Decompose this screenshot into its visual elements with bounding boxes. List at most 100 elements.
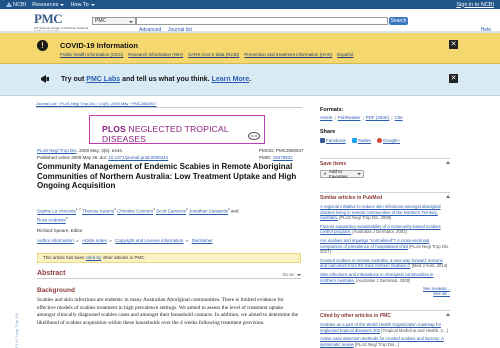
cited-by-list: Scabies as a part of the World Health Or… [320, 322, 450, 347]
and-word: and [230, 208, 239, 214]
pmc-labs-link[interactable]: PMC Labs [86, 76, 120, 83]
author-affiliation[interactable]: 4 [153, 207, 155, 211]
abstract-heading: Abstract [37, 270, 66, 277]
journal-banner[interactable]: PLOS NEGLECTED TROPICAL DISEASES PLOS [89, 115, 265, 144]
formats-section: Formats: Article | PubReader | PDF (284K) |… [320, 107, 450, 120]
side-journal-strip: PLoS Negl Trop Dis [14, 312, 19, 348]
chevron-down-icon [60, 3, 65, 6]
pmid-line: PMID: 19478832 [259, 155, 293, 160]
format-article-link[interactable]: Article [320, 115, 333, 120]
author-name[interactable]: Sophie La Vincente [37, 209, 76, 214]
covid-link-espanol[interactable]: Español [337, 52, 353, 57]
similar-articles-heading[interactable]: Similar articles in PubMed [320, 195, 450, 201]
facebook-icon [320, 138, 325, 144]
article-info-links: Author information ▸ Article notes ▸ Cop… [37, 238, 213, 244]
list-item: Are scabies and impetigo "normalised"? A… [320, 238, 450, 255]
cited-text-after: other articles in PMC. [102, 255, 146, 260]
format-cite-link[interactable]: Cite [395, 115, 403, 120]
share-google[interactable]: Google+ [377, 138, 400, 144]
resources-label: Resources [32, 1, 59, 8]
formats-links: Article | PubReader | PDF (284K) | Cite [320, 115, 450, 120]
see-all-link[interactable]: See all... [433, 291, 450, 296]
similar-article-meta: [Australas J Dermatol. 2000] [356, 277, 411, 283]
plos-logo: PLOS [248, 132, 260, 140]
pmid-label: PMID: [259, 155, 272, 160]
pmid-link[interactable]: 19478832 [273, 155, 293, 160]
database-select-value: PMC [95, 18, 107, 24]
cited-by-heading[interactable]: Cited by other articles in PMC [320, 313, 450, 319]
author-name[interactable]: Christine Connors [117, 209, 153, 214]
goto-menu[interactable]: Go to: [282, 272, 301, 277]
resources-menu[interactable]: Resources [32, 1, 65, 8]
pmcid: PMCID: PMC2680947 [259, 148, 304, 153]
doi-link[interactable]: 10.1371/journal.pntd.0000444 [108, 155, 168, 160]
author-affiliation[interactable]: 1, 2 [76, 207, 81, 211]
facebook-label: Facebook [326, 138, 346, 143]
author-name[interactable]: Therese Kearns [82, 209, 114, 214]
journal-citation-link[interactable]: PLoS Negl Trop Dis [37, 148, 77, 153]
ncbi-logo-icon [6, 2, 12, 7]
share-facebook[interactable]: Facebook [320, 138, 346, 144]
list-item: A regional initiative to reduce skin inf… [320, 204, 450, 221]
author-affiliation[interactable]: 3 [228, 207, 230, 211]
close-icon[interactable]: ✕ [449, 40, 458, 49]
separator: ▸ [186, 238, 189, 243]
abstract-section-header: Abstract Go to: [37, 270, 301, 279]
journal-name: PLOS NEGLECTED TROPICAL DISEASES [102, 124, 264, 144]
close-icon[interactable]: ✕ [449, 74, 458, 83]
cited-by-link[interactable]: cited by [86, 255, 102, 260]
separator: | [362, 115, 364, 120]
add-to-favorites-button[interactable]: ★ Add to Favorites [320, 169, 364, 179]
published-label: Published online 2009 May 26. doi: [37, 155, 108, 160]
howto-label: How To [70, 1, 89, 8]
chevron-up-icon[interactable] [446, 313, 450, 316]
share-twitter[interactable]: Twitter [351, 138, 371, 144]
formats-heading: Formats: [320, 107, 344, 113]
howto-menu[interactable]: How To [70, 1, 95, 8]
chevron-down-icon [90, 3, 95, 6]
author-name[interactable]: Scott Cameron [156, 209, 186, 214]
cited-by-label: Cited by other articles in PMC [320, 313, 391, 319]
covid-link-nih[interactable]: Research information (NIH) [128, 52, 183, 57]
similar-articles-label: Similar articles in PubMed [320, 195, 383, 201]
author-affiliation[interactable]: 3 [66, 216, 68, 220]
similar-article-meta: [Australas J Dermatol. 2002] [352, 229, 407, 235]
save-items-heading[interactable]: Save items [320, 161, 450, 167]
list-item: Crusted scabies in remote Australia, a n… [320, 258, 450, 269]
database-select[interactable]: PMC [92, 17, 136, 25]
ncbi-logo[interactable]: NCBI [6, 2, 26, 8]
covid-link-cdc[interactable]: Public health information (CDC) [60, 52, 123, 57]
covid-title: COVID-19 Information [60, 41, 138, 50]
similar-article-meta: [Med J Aust. 2014] [411, 263, 448, 269]
separator: | [334, 115, 336, 120]
format-pubreader-link[interactable]: PubReader [338, 115, 361, 120]
published-line: Published online 2009 May 26. doi: 10.13… [37, 155, 168, 160]
author-affiliation[interactable]: 3 [114, 207, 116, 211]
search-button[interactable]: Search [389, 17, 408, 25]
search-input[interactable] [136, 17, 388, 25]
author-information-link[interactable]: Author information [37, 238, 74, 244]
format-pdf-link[interactable]: PDF (284K) [366, 115, 390, 120]
citing-article-meta: [PLoS Negl Trop Dis...] [355, 341, 399, 347]
article-title: Community Management of Endemic Scabies … [37, 162, 297, 190]
chevron-up-icon[interactable] [446, 195, 450, 198]
author-name[interactable]: Ross Andrews [37, 218, 66, 223]
author-name[interactable]: Jonathan Carapetis [189, 209, 228, 214]
covid-link-ncbi[interactable]: SARS-CoV-2 data (NCBI) [188, 52, 239, 57]
signin-link[interactable]: Sign in to NCBI [456, 2, 494, 8]
copyright-link[interactable]: Copyright and License information [115, 238, 183, 244]
save-items-label: Save items [320, 161, 347, 167]
labs-text-before: Try out [61, 76, 85, 83]
share-section: Share Facebook Twitter Google+ [320, 129, 450, 144]
covid-link-hhs[interactable]: Prevention and treatment information (HH… [244, 52, 332, 57]
disclaimer-link[interactable]: Disclaimer [192, 238, 213, 244]
similar-article-meta: [PLoS Negl Trop Dis. 2009] [339, 215, 392, 221]
journal-name-bold: PLOS [102, 124, 126, 134]
author-affiliation[interactable]: 2 [186, 207, 188, 211]
learn-more-link[interactable]: Learn More [212, 76, 250, 83]
chevron-up-icon[interactable] [446, 161, 450, 164]
article-notes-link[interactable]: Article notes [82, 238, 107, 244]
breadcrumb-path[interactable]: Journal List › PLoS Negl Trop Dis › v.3(… [36, 101, 156, 106]
pmc-labs-banner: Try out PMC Labs and tell us what you th… [0, 64, 500, 96]
list-item: Active case detection methods for cruste… [320, 336, 450, 347]
